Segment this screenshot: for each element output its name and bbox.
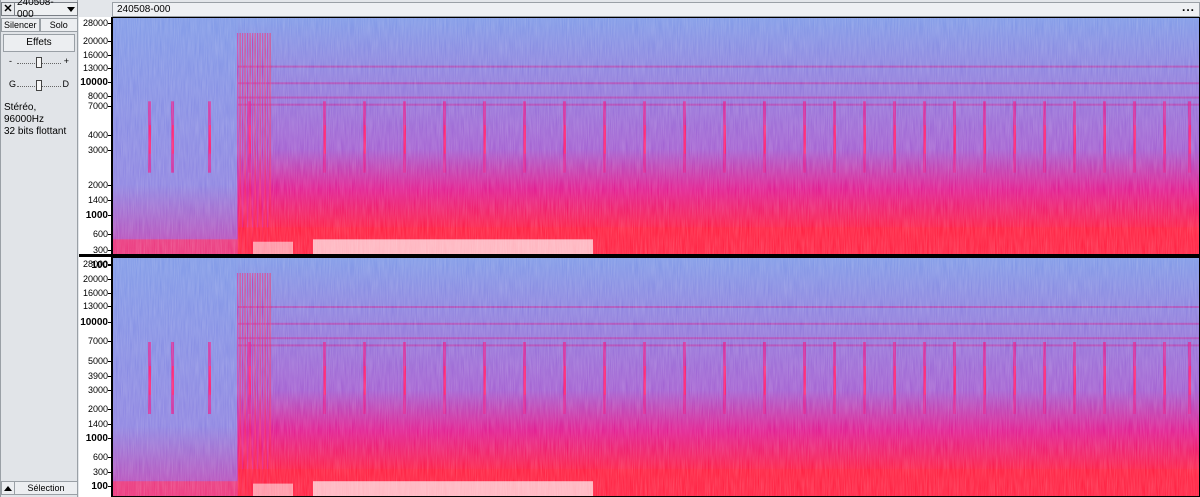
solo-button[interactable]: Solo: [39, 18, 78, 32]
top-channel-tick-label: 2000: [87, 180, 108, 190]
top-channel-tick-label: 28000: [82, 18, 108, 28]
gain-slider[interactable]: - +: [9, 56, 69, 69]
top-channel-tick-mark: [108, 106, 111, 107]
pan-slider[interactable]: G D: [9, 79, 70, 92]
top-channel-tick-label: 16000: [82, 50, 108, 60]
top-channel-tick-mark: [108, 215, 111, 216]
bottom-channel-tick-label: 10000: [80, 317, 108, 328]
gain-plus-label: +: [63, 56, 69, 66]
spectrogram-image: [113, 18, 1199, 254]
frequency-ruler[interactable]: 28000 20000 16000 13000 10000 8000 7000 4000 300…: [79, 17, 112, 497]
top-channel-tick-mark: [108, 250, 111, 251]
top-channel-tick-mark: [108, 265, 111, 266]
collapse-track-button[interactable]: [1, 481, 15, 495]
bottom-channel-tick-mark: [108, 293, 111, 294]
spectrogram-left-channel[interactable]: [112, 17, 1200, 255]
format-line-1: Stéréo, 96000Hz: [4, 102, 45, 125]
track-footer: Sélection: [1, 481, 78, 495]
top-channel-tick-mark: [108, 200, 111, 201]
top-channel-tick-mark: [108, 96, 111, 97]
bottom-channel-tick-label: 2000: [87, 404, 108, 414]
track-control-panel: ✕ 240508-000 Silencer Solo Effets - + G …: [0, 0, 78, 497]
track-format-info: Stéréo, 96000Hz 32 bits flottant: [4, 102, 77, 138]
bottom-channel-tick-mark: [108, 279, 111, 280]
bottom-channel-tick-mark: [108, 424, 111, 425]
pan-thumb[interactable]: [36, 80, 42, 91]
clip-menu-button[interactable]: ...: [1182, 0, 1195, 14]
bottom-channel-tick-label: 16000: [82, 288, 108, 298]
pan-right-label: D: [62, 79, 70, 89]
top-channel-tick-mark: [108, 68, 111, 69]
close-track-button[interactable]: ✕: [1, 2, 15, 16]
top-channel-tick-label: 8000: [87, 91, 108, 101]
top-channel-tick-label: 4000: [87, 130, 108, 140]
select-button[interactable]: Sélection: [15, 481, 78, 495]
top-channel-tick-mark: [108, 55, 111, 56]
bottom-channel-tick-mark: [108, 486, 111, 487]
bottom-channel-tick-label: 100: [91, 481, 108, 492]
top-channel-tick-label: 1400: [87, 195, 108, 205]
top-channel-tick-mark: [108, 234, 111, 235]
bottom-channel-tick-label: 7000: [87, 336, 108, 346]
bottom-channel-tick-mark: [108, 306, 111, 307]
clip-title: 240508-000: [117, 4, 171, 15]
chevron-down-icon: [67, 6, 75, 12]
gain-thumb[interactable]: [36, 57, 42, 68]
bottom-channel-tick-label: 1400: [87, 419, 108, 429]
top-channel-tick-label: 3000: [87, 145, 108, 155]
track-name-menu[interactable]: 240508-000: [15, 0, 78, 20]
audio-editor: ✕ 240508-000 Silencer Solo Effets - + G …: [0, 0, 1200, 497]
bottom-channel-tick-label: 20000: [82, 274, 108, 284]
track-header: ✕ 240508-000: [1, 0, 78, 20]
top-channel-tick-label: 10000: [80, 77, 108, 88]
bottom-channel-tick-mark: [108, 376, 111, 377]
bottom-channel-tick-mark: [108, 341, 111, 342]
gain-minus-label: -: [9, 56, 12, 66]
bottom-channel-tick-label: 600: [92, 452, 108, 462]
effects-button[interactable]: Effets: [3, 34, 75, 52]
top-channel-tick-label: 1000: [85, 210, 108, 221]
spectrogram-image: [113, 258, 1199, 496]
top-channel-tick-label: 7000: [87, 101, 108, 111]
bottom-channel-tick-mark: [108, 322, 111, 323]
mute-solo-group: Silencer Solo: [1, 18, 78, 32]
mute-button[interactable]: Silencer: [1, 18, 40, 32]
bottom-channel-tick-label: 3000: [87, 385, 108, 395]
bottom-channel-tick-mark: [108, 264, 111, 265]
bottom-channel-tick-label: 1000: [85, 433, 108, 444]
top-channel-tick-mark: [108, 185, 111, 186]
top-channel-tick-label: 600: [92, 229, 108, 239]
bottom-channel-tick-mark: [108, 409, 111, 410]
bottom-channel-tick-label: 3900: [87, 371, 108, 381]
top-channel-tick-mark: [108, 150, 111, 151]
bottom-channel-tick-mark: [108, 457, 111, 458]
bottom-channel-tick-mark: [108, 361, 111, 362]
bottom-channel-tick-mark: [108, 472, 111, 473]
top-channel-tick-label: 13000: [82, 63, 108, 73]
clip-header[interactable]: 240508-000 ...: [112, 0, 1200, 17]
chevron-up-icon: [4, 485, 12, 491]
top-channel-tick-mark: [108, 82, 111, 83]
bottom-channel-tick-label: 28000: [82, 259, 108, 269]
top-channel-tick-mark: [108, 23, 111, 24]
bottom-channel-tick-mark: [108, 390, 111, 391]
bottom-channel-tick-label: 13000: [82, 301, 108, 311]
top-channel-tick-mark: [108, 41, 111, 42]
pan-left-label: G: [9, 79, 17, 89]
top-channel-tick-mark: [108, 135, 111, 136]
format-line-2: 32 bits flottant: [4, 126, 67, 137]
bottom-channel-tick-label: 5000: [87, 356, 108, 366]
top-channel-tick-label: 20000: [82, 36, 108, 46]
bottom-channel-tick-mark: [108, 438, 111, 439]
bottom-channel-tick-label: 300: [92, 467, 108, 477]
spectrogram-right-channel[interactable]: [112, 257, 1200, 497]
